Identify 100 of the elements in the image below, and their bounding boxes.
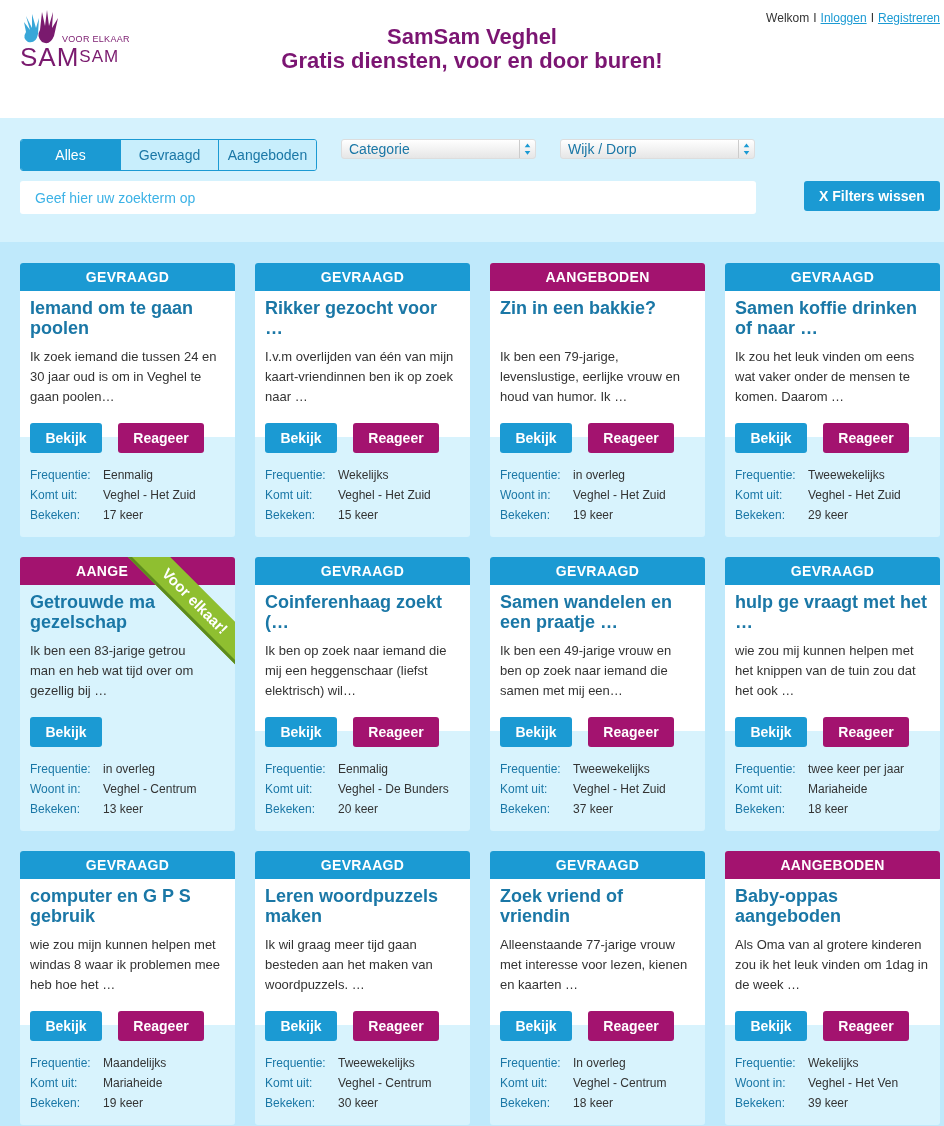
respond-button[interactable]: Reageer [353,717,439,747]
filter-tab[interactable]: Alles [21,140,120,170]
detail-label: Frequentie: [265,762,327,777]
detail-label: Frequentie: [500,762,562,777]
view-button[interactable]: Bekijk [500,423,572,453]
detail-label: Bekeken: [30,508,82,523]
respond-button[interactable]: Reageer [588,423,674,453]
respond-button[interactable]: Reageer [118,1011,204,1041]
view-button[interactable]: Bekijk [735,423,807,453]
listing-title: Samen koffie drinken of naar … [735,298,919,338]
detail-value: 37 keer [573,802,615,817]
detail-value: In overleg [573,1056,627,1071]
dropdown-select[interactable]: Wijk / Dorp [560,139,755,159]
listing-description: Ik ben een 49-jarige vrouw en ben op zoek naar iemand die samen met mij een… [500,642,673,700]
detail-value: 29 keer [808,508,850,523]
detail-value: 18 keer [573,1096,615,1111]
view-button[interactable]: Bekijk [30,1011,102,1041]
type-label: AANGEBODEN [780,857,885,873]
listing-description: wie zou mij kunnen helpen met het knippen van de tuin zou dat het ook … [735,642,917,700]
view-button[interactable]: Bekijk [500,1011,572,1041]
listing-description-line: gezellig bij … [30,682,108,700]
view-button[interactable]: Bekijk [30,423,102,453]
detail-label: Bekeken: [500,508,552,523]
welcome-text: Welkom [766,11,810,25]
respond-button[interactable]: Reageer [823,423,909,453]
view-button[interactable]: Bekijk [265,1011,337,1041]
listing-title: Iemand om te gaan poolen [30,298,195,338]
detail-value: 15 keer [338,508,380,523]
view-button[interactable]: Bekijk [735,717,807,747]
respond-button[interactable]: Reageer [588,717,674,747]
respond-button[interactable]: Reageer [118,423,204,453]
type-label: GEVRAAGD [555,563,640,579]
listing-title: hulp ge vraagt met het … [735,592,929,632]
detail-label: Frequentie: [735,1056,797,1071]
logo-tagline: VOOR ELKAAR [62,34,131,44]
detail-value: Veghel - Het Zuid [103,488,197,503]
nav-link[interactable]: Inloggen [820,11,867,25]
filter-tab[interactable]: Gevraagd [120,140,218,170]
detail-label: Bekeken: [30,802,82,817]
detail-label: Bekeken: [30,1096,82,1111]
respond-button[interactable]: Reageer [353,423,439,453]
separator-text: I [870,11,874,25]
detail-value: Veghel - Centrum [103,782,198,797]
detail-label: Bekeken: [265,508,317,523]
detail-value: Eenmalig [103,468,155,483]
detail-value: 13 keer [103,802,145,817]
detail-value: Tweewekelijks [338,1056,416,1071]
detail-value: Veghel - Het Zuid [808,488,902,503]
listing-title: Baby-oppas aangeboden [735,886,842,926]
detail-value: Veghel - De Bunders [338,782,450,797]
listing-description: Als Oma van al grotere kinderen zou ik het leuk vinden om 1dag in de week … [735,936,929,994]
detail-label: Frequentie: [30,1056,92,1071]
detail-label: Komt uit: [500,782,549,797]
detail-value: 30 keer [338,1096,380,1111]
view-button[interactable]: Bekijk [500,717,572,747]
detail-label: Frequentie: [500,1056,562,1071]
listing-title: Samen wandelen en een praatje … [500,592,674,632]
detail-label: Komt uit: [265,782,314,797]
filter-tab[interactable]: Aangeboden [218,140,316,170]
listing-description-line: man en heb wat tijd over om [30,662,194,680]
detail-value: Veghel - Centrum [573,1076,668,1091]
view-button[interactable]: Bekijk [265,717,337,747]
view-button[interactable]: Bekijk [265,423,337,453]
type-label: GEVRAAGD [790,563,875,579]
dropdown-select[interactable]: Categorie [341,139,536,159]
detail-label: Bekeken: [735,1096,787,1111]
type-label: GEVRAAGD [85,269,170,285]
search-field[interactable]: Geef hier uw zoekterm op [20,181,756,214]
view-button[interactable]: Bekijk [30,717,102,747]
detail-value: Eenmalig [338,762,390,777]
type-label: AANGEBODEN [545,269,650,285]
type-label: AANGE [76,563,129,579]
type-label: GEVRAAGD [85,857,170,873]
clear-filters-button[interactable]: X Filters wissen [804,181,940,211]
detail-label: Frequentie: [30,468,92,483]
listing-description: Ik wil graag meer tijd gaan besteden aan het maken van woordpuzzels. … [265,936,434,994]
detail-label: Bekeken: [735,802,787,817]
listing-description: Ik ben een 79-jarige, levenslustige, eerlijke vrouw en houd van humor. Ik … [500,348,681,406]
type-label: GEVRAAGD [320,857,405,873]
detail-value: Mariaheide [808,782,869,797]
detail-value: Veghel - Het Ven [808,1076,900,1091]
separator-text: I [813,11,817,25]
listing-title-line: gezelschap [30,612,128,632]
detail-value: Veghel - Het Zuid [573,488,667,503]
detail-label: Frequentie: [735,762,797,777]
nav-link[interactable]: Registreren [877,11,940,25]
detail-value: Wekelijks [338,468,390,483]
detail-value: Wekelijks [808,1056,860,1071]
respond-button[interactable]: Reageer [823,717,909,747]
respond-button[interactable]: Reageer [588,1011,674,1041]
listing-description: Ik zou het leuk vinden om eens wat vaker onder de mensen te komen. Daarom … [735,348,916,406]
detail-value: 39 keer [808,1096,850,1111]
respond-button[interactable]: Reageer [353,1011,439,1041]
view-button[interactable]: Bekijk [735,1011,807,1041]
respond-button[interactable]: Reageer [823,1011,909,1041]
listing-title-line: Getrouwde ma [30,592,156,612]
listing-title: Leren woordpuzzels maken [265,886,440,926]
type-label: GEVRAAGD [790,269,875,285]
detail-label: Bekeken: [265,802,317,817]
detail-label: Frequentie: [735,468,797,483]
